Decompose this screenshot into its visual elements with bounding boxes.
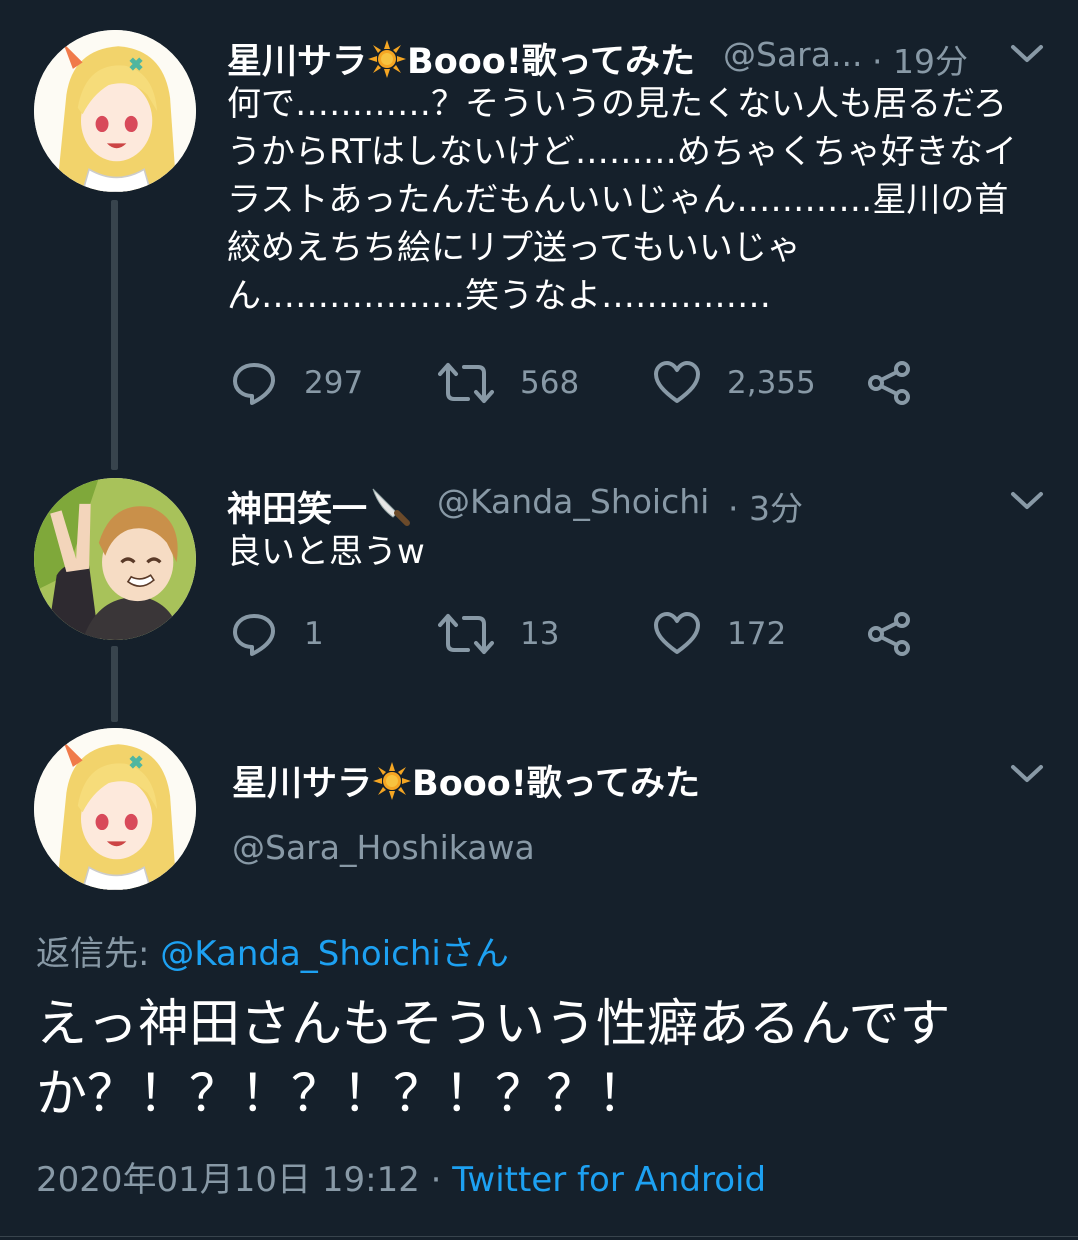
avatar-sara[interactable] <box>34 30 196 192</box>
author-name-text: 星川サラ <box>227 42 368 82</box>
reply-button[interactable]: 297 <box>230 358 363 408</box>
retweet-count: 568 <box>520 365 580 401</box>
divider <box>0 1236 1078 1237</box>
retweet-button[interactable]: 13 <box>438 609 559 659</box>
tweet-actions: 297 568 2,355 <box>230 358 930 408</box>
share-button[interactable] <box>866 609 938 659</box>
thread-line-2 <box>111 646 118 722</box>
reply-to-label: 返信先: <box>36 934 150 974</box>
heart-icon <box>654 361 700 403</box>
avatar-sara[interactable] <box>34 728 196 890</box>
sun-emoji-icon <box>372 761 412 810</box>
reply-count: 1 <box>304 616 324 652</box>
author-name[interactable]: 星川サラ Booo!歌ってみた <box>232 755 700 810</box>
chevron-down-icon[interactable] <box>1010 491 1044 511</box>
tweet-time[interactable]: · 3分 <box>728 482 803 530</box>
like-button[interactable]: 172 <box>653 609 786 659</box>
author-handle[interactable]: @Sara... <box>723 35 862 74</box>
tweet-body: 良いと思うw <box>227 532 425 572</box>
reply-bubble-icon <box>233 614 275 656</box>
author-name-suffix: Booo!歌ってみた <box>407 42 696 82</box>
retweet-count: 13 <box>520 616 560 652</box>
tweet-body: 何で…………？そういうの見たくない人も居るだろうからRTはしないけど………めちゃ… <box>227 84 1017 316</box>
author-name-text: 星川サラ <box>232 764 373 804</box>
tweet-timestamp[interactable]: 2020年01月10日 19:12 · <box>36 1160 441 1200</box>
reply-to-user-link[interactable]: @Kanda_Shoichiさん <box>160 934 509 974</box>
share-icon <box>868 361 910 405</box>
like-count: 2,355 <box>727 365 816 401</box>
reply-count: 297 <box>304 365 364 401</box>
retweet-icon <box>438 363 494 403</box>
retweet-button[interactable]: 568 <box>438 358 579 408</box>
thread-line-1 <box>111 200 118 470</box>
author-handle[interactable]: @Sara_Hoshikawa <box>232 828 535 867</box>
author-name-text: 神田笑一 <box>227 490 368 530</box>
share-button[interactable] <box>866 358 938 408</box>
avatar-kanda[interactable] <box>34 478 196 640</box>
tweet-source-link[interactable]: Twitter for Android <box>452 1160 766 1200</box>
retweet-icon <box>438 614 494 654</box>
tweet-time[interactable]: · 19分 <box>872 35 968 83</box>
chevron-down-icon[interactable] <box>1010 44 1044 64</box>
tweet-actions: 1 13 172 <box>230 609 930 659</box>
author-handle[interactable]: @Kanda_Shoichi <box>437 482 709 521</box>
reply-bubble-icon <box>233 363 275 405</box>
like-button[interactable]: 2,355 <box>653 358 816 408</box>
like-count: 172 <box>727 616 787 652</box>
share-icon <box>868 612 910 656</box>
tweet-footer: 2020年01月10日 19:12 · Twitter for Android <box>36 1152 766 1201</box>
heart-icon <box>654 612 700 654</box>
reply-to-line: 返信先: @Kanda_Shoichiさん <box>36 926 509 975</box>
main-tweet-body: えっ神田さんもそういう性癖あるんですか？！？！？！？！？？！ <box>36 995 951 1124</box>
chevron-down-icon[interactable] <box>1010 764 1044 784</box>
author-name-suffix: Booo!歌ってみた <box>412 764 701 804</box>
reply-button[interactable]: 1 <box>230 609 324 659</box>
